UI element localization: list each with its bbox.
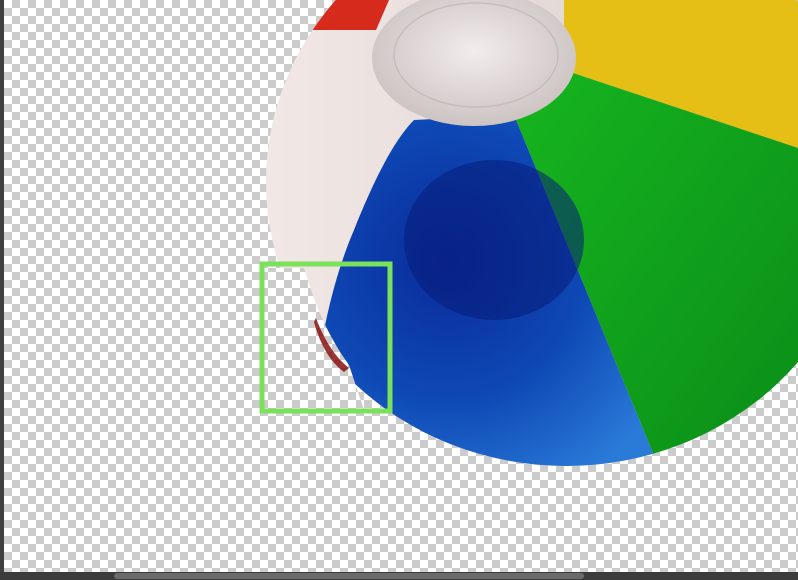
image-editor-window	[0, 0, 798, 580]
ball-panel-red	[294, 0, 389, 30]
horizontal-scrollbar-thumb[interactable]	[114, 573, 584, 579]
beach-ball-artwork	[259, 0, 798, 466]
document-canvas[interactable]	[4, 0, 798, 572]
blue-shadow	[404, 160, 584, 320]
